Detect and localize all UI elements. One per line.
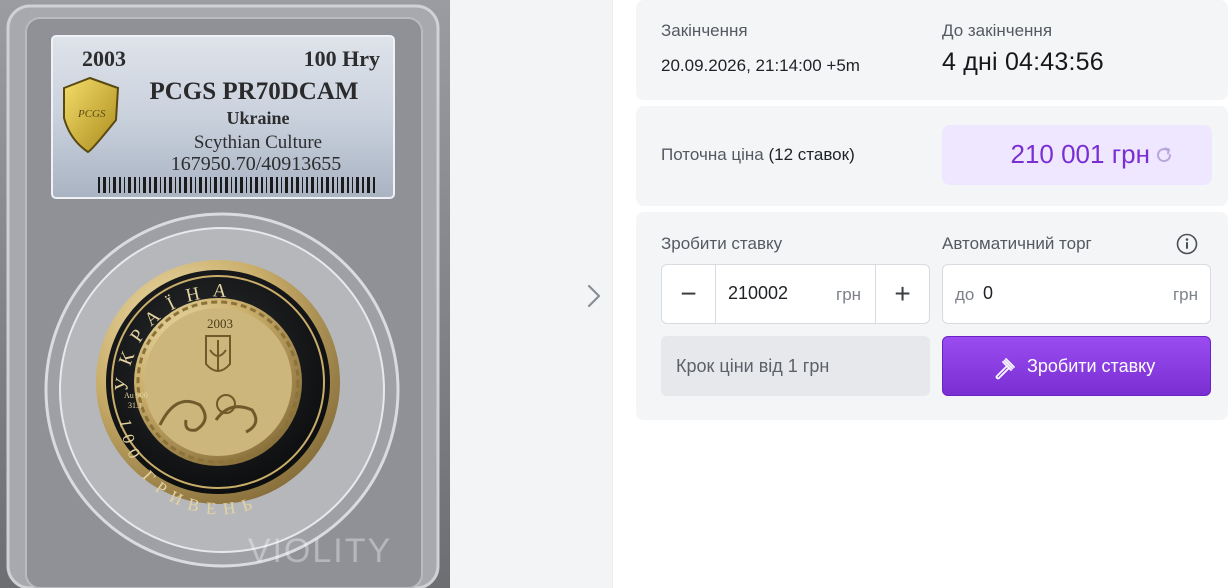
auction-time-card: Закінчення 20.09.2026, 21:14:00 +5m До з… — [636, 0, 1228, 100]
decrease-bid-button[interactable]: − — [662, 265, 716, 323]
bid-card: Зробити ставку Автоматичний торг − грн +… — [636, 212, 1228, 420]
current-price: 210 001 грн — [1010, 139, 1150, 169]
bid-currency: грн — [836, 285, 862, 304]
auto-bid-input[interactable] — [983, 283, 1103, 304]
current-price-card: Поточна ціна (12 ставок) 210 001 грн — [636, 106, 1228, 206]
chevron-right-icon — [587, 284, 601, 308]
coin-photo[interactable]: PCGS 2003 100 Hry PCGS PR70DCAM Ukraine … — [0, 0, 450, 588]
place-bid-button[interactable]: Зробити ставку — [942, 336, 1211, 396]
barcode — [98, 177, 375, 193]
bid-amount-input[interactable] — [728, 283, 828, 304]
price-label-text: Поточна ціна — [661, 145, 764, 164]
price-label: Поточна ціна (12 ставок) — [661, 145, 855, 165]
lot-page: PCGS 2003 100 Hry PCGS PR70DCAM Ukraine … — [0, 0, 1228, 588]
watermark: VIOLITY — [248, 532, 392, 570]
coin-metal: Au 900 — [124, 391, 148, 400]
bids-count[interactable]: (12 ставок) — [769, 145, 855, 164]
auto-bid-field[interactable]: до грн — [942, 264, 1211, 324]
remaining-value: 4 дні 04:43:56 — [942, 48, 1104, 76]
end-value: 20.09.2026, 21:14:00 +5m — [661, 56, 860, 75]
slab-country: Ukraine — [227, 108, 290, 128]
next-image-button[interactable] — [576, 276, 612, 316]
coin-year: 2003 — [207, 316, 233, 331]
coin-slab-image: PCGS 2003 100 Hry PCGS PR70DCAM Ukraine … — [0, 0, 450, 588]
coin-weight: 31.1 — [128, 401, 142, 410]
auto-bid-label: Автоматичний торг — [942, 234, 1092, 253]
price-step-note: Крок ціни від 1 грн — [661, 336, 930, 396]
gallery: PCGS 2003 100 Hry PCGS PR70DCAM Ukraine … — [0, 0, 612, 588]
slab-title: Scythian Culture — [194, 132, 322, 153]
price-step-text: Крок ціни від 1 грн — [676, 356, 830, 376]
place-bid-label: Зробити ставку — [1027, 356, 1156, 376]
slab-grade: PCGS PR70DCAM — [149, 78, 358, 105]
remaining-label: До закінчення — [942, 21, 1053, 40]
gavel-icon — [995, 358, 1015, 380]
slab-cert: 167950.70/40913655 — [171, 153, 342, 175]
slab-year: 2003 — [82, 46, 126, 71]
slab-denomination: 100 Hry — [304, 46, 380, 71]
price-pill: 210 001 грн — [942, 125, 1212, 185]
auto-bid-prefix: до — [955, 285, 975, 304]
increase-bid-button[interactable]: + — [875, 265, 929, 323]
refresh-icon[interactable] — [1154, 145, 1174, 165]
bid-amount-stepper: − грн + — [661, 264, 930, 324]
end-label: Закінчення — [661, 21, 748, 40]
info-icon[interactable] — [1176, 233, 1198, 255]
svg-text:PCGS: PCGS — [77, 108, 106, 120]
gallery-divider — [612, 0, 613, 588]
bid-label: Зробити ставку — [661, 234, 783, 253]
auto-bid-currency: грн — [1172, 285, 1198, 304]
